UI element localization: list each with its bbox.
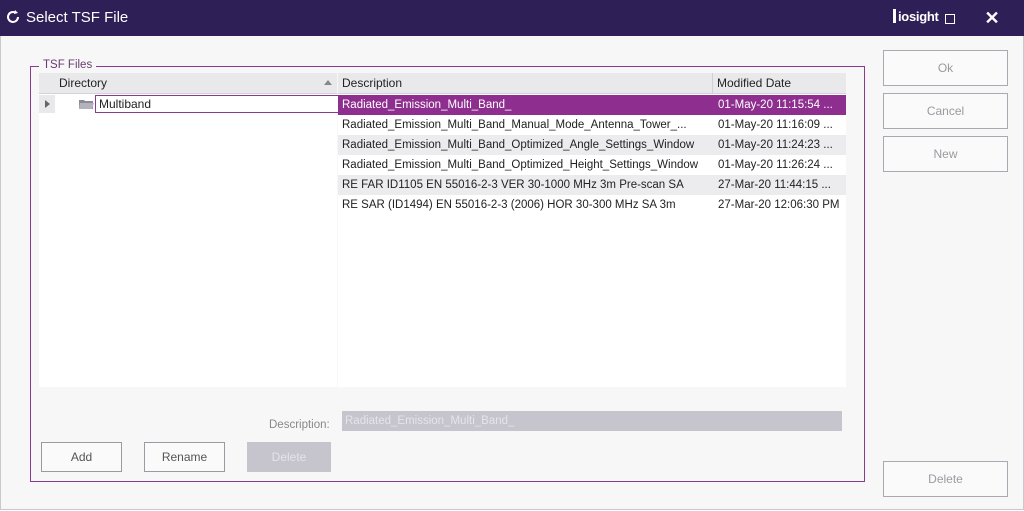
row-description: RE SAR (ID1494) EN 55016-2-3 (2006) HOR … [342,199,676,211]
column-divider[interactable] [712,73,713,93]
sort-ascending-icon[interactable] [324,80,332,85]
row-description: Radiated_Emission_Multi_Band_Manual_Mode… [342,119,687,131]
row-modified-date: 01-May-20 11:16:09 ... [718,119,833,131]
group-legend: TSF Files [39,59,97,71]
row-description: Radiated_Emission_Multi_Band_ [342,99,512,111]
folder-icon [79,100,94,109]
cancel-button[interactable]: Cancel [883,93,1008,129]
row-modified-date: 27-Mar-20 12:06:30 PM [718,199,840,211]
row-modified-date: 01-May-20 11:24:23 ... [718,139,833,151]
row-description: Radiated_Emission_Multi_Band_Optimized_A… [342,139,695,151]
folder-name-field[interactable]: Multiband [95,95,342,113]
rename-button[interactable]: Rename [144,442,225,472]
maximize-icon[interactable] [938,6,962,30]
directory-tree[interactable]: Directory Multiband [39,73,342,387]
add-button[interactable]: Add [41,442,122,472]
table-row[interactable]: Radiated_Emission_Multi_Band_Optimized_H… [338,155,846,175]
description-field[interactable]: Radiated_Emission_Multi_Band_ [342,411,842,431]
directory-header-label: Directory [59,76,108,90]
table-row[interactable]: Radiated_Emission_Multi_Band_Manual_Mode… [338,115,846,135]
tsf-files-group: TSF Files Directory Multiband Descriptio… [30,59,865,482]
modified-date-column-header[interactable]: Modified Date [717,76,791,90]
row-modified-date: 01-May-20 11:15:54 ... [718,99,833,111]
table-row[interactable]: Radiated_Emission_Multi_Band_ 01-May-20 … [338,95,846,115]
table-row[interactable]: RE FAR ID1105 EN 55016-2-3 VER 30-1000 M… [338,175,846,195]
dialog-body: TSF Files Directory Multiband Descriptio… [0,36,1024,510]
delete-file-button[interactable]: Delete [883,461,1008,497]
file-rows: Radiated_Emission_Multi_Band_ 01-May-20 … [338,95,846,215]
row-description: RE FAR ID1105 EN 55016-2-3 VER 30-1000 M… [342,179,684,191]
close-icon[interactable]: ✕ [980,6,1004,30]
directory-column-header[interactable]: Directory [39,73,337,94]
app-refresh-icon [7,10,19,23]
title-bar: Select TSF File iosight ✕ [0,0,1024,36]
file-list-grid[interactable]: Description Modified Date Radiated_Emiss… [338,73,846,387]
row-description: Radiated_Emission_Multi_Band_Optimized_H… [342,159,699,171]
brand-logo: iosight [893,9,939,24]
description-label: Description: [269,419,330,431]
window-title: Select TSF File [26,9,129,26]
description-column-header[interactable]: Description [342,76,402,90]
row-indicator-icon [39,95,55,113]
ok-button[interactable]: Ok [883,50,1008,86]
row-modified-date: 27-Mar-20 11:44:15 ... [718,179,831,191]
delete-folder-button[interactable]: Delete [247,442,331,472]
new-button[interactable]: New [883,136,1008,172]
tree-item-multiband[interactable]: Multiband [39,95,342,113]
table-row[interactable]: RE SAR (ID1494) EN 55016-2-3 (2006) HOR … [338,195,846,215]
row-modified-date: 01-May-20 11:26:24 ... [718,159,833,171]
table-row[interactable]: Radiated_Emission_Multi_Band_Optimized_A… [338,135,846,155]
file-list-header: Description Modified Date [338,73,846,94]
